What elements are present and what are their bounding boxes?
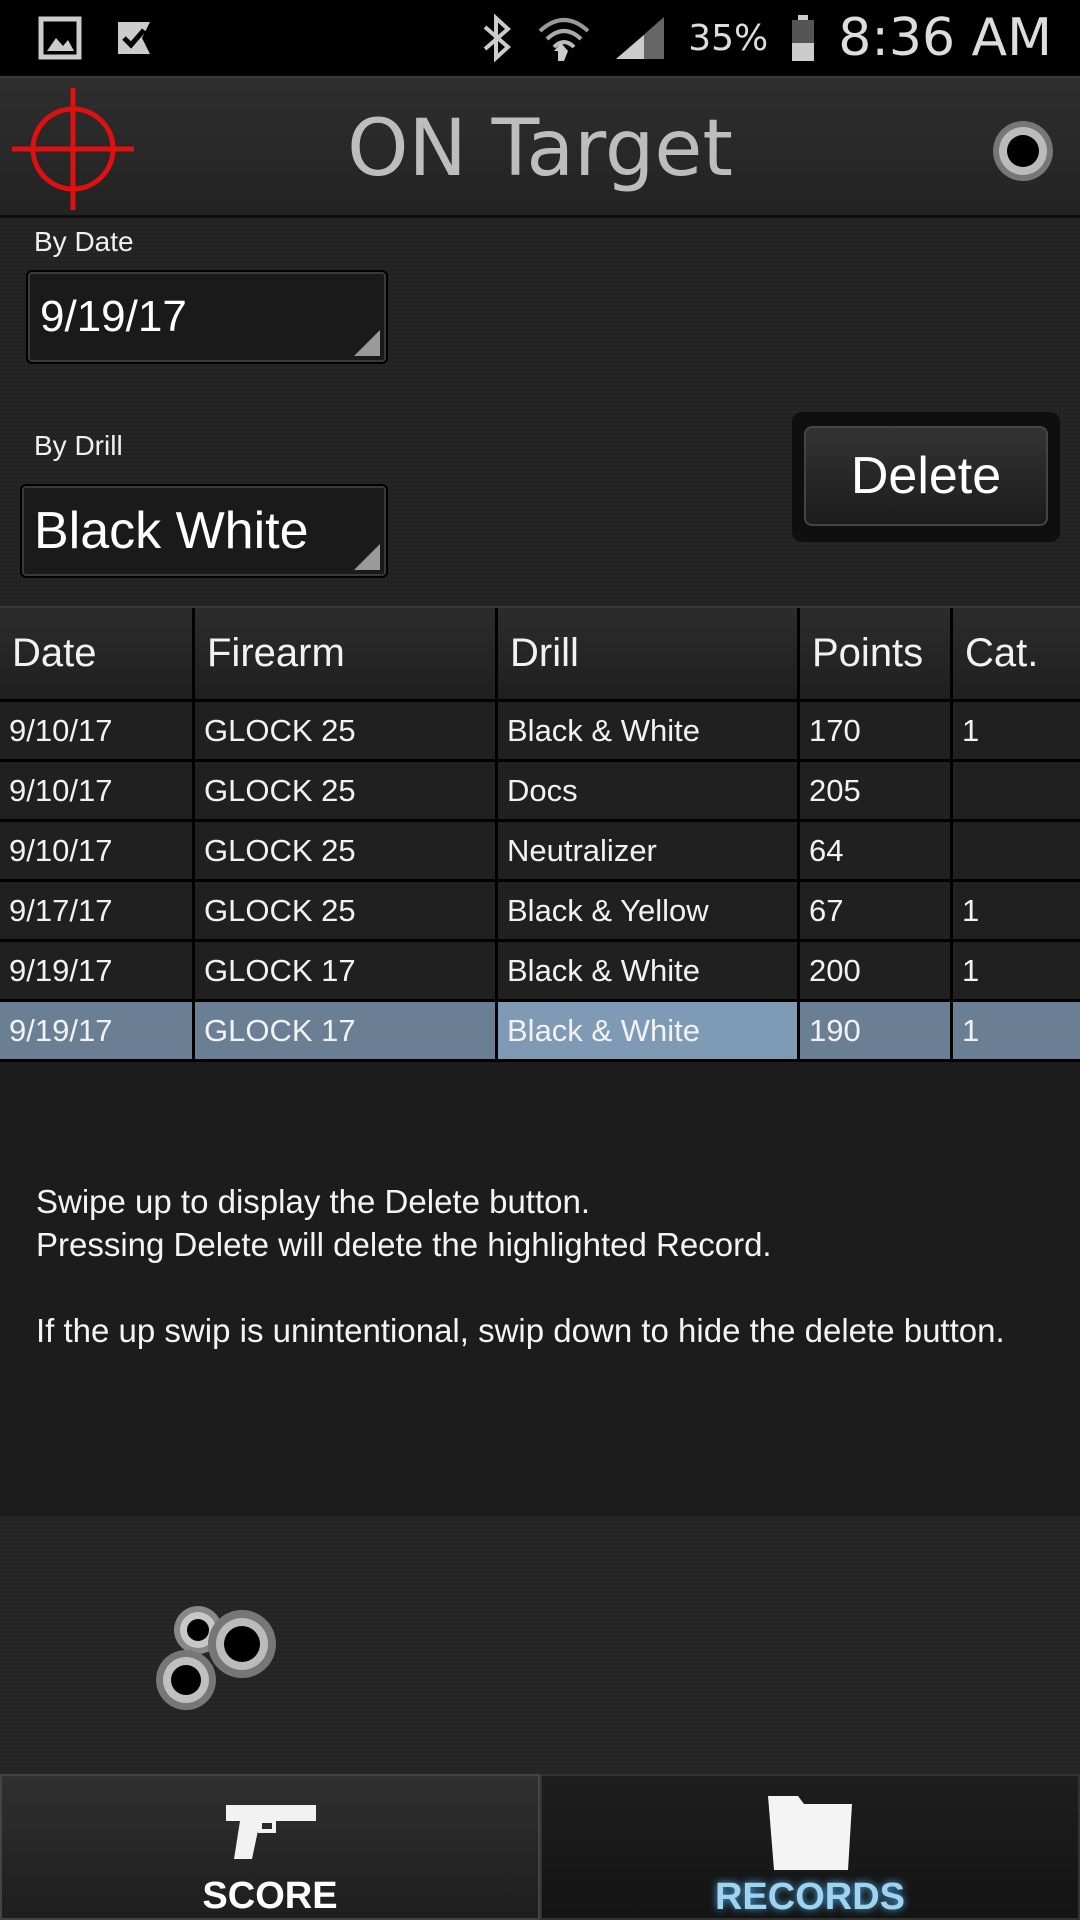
help-text: Swipe up to display the Delete button. P… [36, 1180, 1046, 1352]
cell-date: 9/17/17 [0, 882, 195, 939]
column-header-points[interactable]: Points [800, 608, 953, 699]
spinner-arrow-icon [354, 330, 380, 356]
cell-points: 64 [800, 822, 953, 879]
cell-category: 1 [962, 892, 980, 928]
cell-drill: Black & Yellow [498, 882, 800, 939]
task-check-icon [112, 16, 156, 60]
cell-drill: Docs [498, 762, 800, 819]
column-header-date[interactable]: Date [0, 608, 195, 699]
table-row[interactable]: 9/10/17 GLOCK 25 Black & White 170 1 [0, 702, 1080, 762]
bottom-nav: SCORE RECORDS [0, 1774, 1080, 1920]
cell-date: 9/19/17 [0, 942, 195, 999]
status-bar: 35% 8:36 AM [0, 0, 1080, 76]
cell-points: 205 [800, 762, 953, 819]
cell-date: 9/10/17 [0, 702, 195, 759]
cell-points: 170 [800, 702, 953, 759]
table-row[interactable]: 9/10/17 GLOCK 25 Neutralizer 64 [0, 822, 1080, 882]
help-line-delete: Pressing Delete will delete the highligh… [36, 1226, 772, 1263]
drill-filter-label: By Drill [34, 430, 123, 461]
cell-category: 1 [962, 1012, 980, 1048]
bullet-hole-icon[interactable] [988, 116, 1058, 186]
date-filter-label: By Date [34, 226, 134, 257]
table-header-row: Date Firearm Drill Points Cat. [0, 606, 1080, 702]
tab-records-label: RECORDS [714, 1876, 906, 1918]
filter-panel: By Date 9/19/17 By Drill Black White Del… [0, 218, 1080, 606]
cell-firearm: GLOCK 25 [195, 762, 498, 819]
pistol-icon [222, 1794, 318, 1869]
drill-filter-value: Black White [34, 502, 309, 560]
table-row[interactable]: 9/19/17 GLOCK 17 Black & White 200 1 [0, 942, 1080, 1002]
table-row-selected[interactable]: 9/19/17 GLOCK 17 Black & White 190 1 [0, 1002, 1080, 1062]
date-filter-value: 9/19/17 [40, 292, 187, 341]
cell-category [953, 762, 1080, 819]
battery-icon [790, 13, 816, 63]
cell-date: 9/19/17 [0, 1002, 195, 1059]
bluetooth-icon [480, 13, 514, 63]
spinner-arrow-icon [354, 544, 380, 570]
cell-date: 9/10/17 [0, 762, 195, 819]
cell-drill: Black & White [498, 942, 800, 999]
delete-button-frame: Delete [792, 412, 1060, 542]
cell-drill: Neutralizer [498, 822, 800, 879]
cell-category [953, 822, 1080, 879]
signal-icon [614, 15, 666, 61]
wifi-icon [536, 13, 592, 63]
gallery-icon [38, 16, 82, 60]
records-table: Date Firearm Drill Points Cat. 9/10/17 G… [0, 606, 1080, 1062]
column-header-firearm[interactable]: Firearm [195, 608, 498, 699]
cell-drill: Black & White [498, 1002, 800, 1059]
table-row[interactable]: 9/17/17 GLOCK 25 Black & Yellow 67 1 [0, 882, 1080, 942]
column-header-category[interactable]: Cat. [953, 608, 1080, 699]
cell-drill: Black & White [498, 702, 800, 759]
cell-firearm: GLOCK 17 [195, 1002, 498, 1059]
clock: 8:36 AM [838, 8, 1052, 68]
bullet-holes-icon [150, 1590, 290, 1720]
cell-category: 1 [962, 952, 980, 988]
cell-firearm: GLOCK 25 [195, 702, 498, 759]
drill-filter-spinner[interactable]: Black White [20, 484, 388, 578]
cell-points: 67 [800, 882, 953, 939]
column-header-drill[interactable]: Drill [498, 608, 800, 699]
cell-firearm: GLOCK 25 [195, 882, 498, 939]
help-line-swipe: Swipe up to display the Delete button. [36, 1183, 591, 1220]
cell-firearm: GLOCK 25 [195, 822, 498, 879]
app-bar: ON Target [0, 76, 1080, 218]
delete-button[interactable]: Delete [804, 426, 1048, 526]
tab-score[interactable]: SCORE [0, 1774, 540, 1920]
cell-firearm: GLOCK 17 [195, 942, 498, 999]
cell-category: 1 [962, 712, 980, 748]
app-title: ON Target [347, 104, 733, 194]
cell-date: 9/10/17 [0, 822, 195, 879]
date-filter-spinner[interactable]: 9/19/17 [26, 270, 388, 364]
folder-icon [764, 1794, 856, 1870]
cell-points: 200 [800, 942, 953, 999]
help-line-unintentional: If the up swip is unintentional, swip do… [36, 1312, 1005, 1349]
tab-score-label: SCORE [202, 1875, 338, 1917]
tab-records[interactable]: RECORDS [540, 1774, 1080, 1920]
table-row[interactable]: 9/10/17 GLOCK 25 Docs 205 [0, 762, 1080, 822]
cell-points: 190 [800, 1002, 953, 1059]
battery-percent: 35% [688, 17, 769, 59]
